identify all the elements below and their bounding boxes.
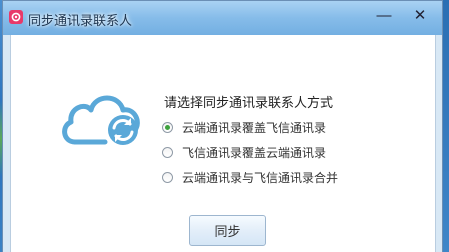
window-controls: — ✕	[366, 5, 438, 25]
desktop-background-right	[443, 0, 449, 252]
option-fetion-overwrite-cloud[interactable]: 飞信通讯录覆盖云端通讯录	[162, 144, 338, 160]
minimize-icon: —	[376, 6, 392, 24]
sync-method-heading: 请选择同步通讯录联系人方式	[164, 95, 334, 110]
sync-contacts-dialog: 同步通讯录联系人 — ✕ 请选择同步通讯录联系人方式 云端通讯录覆盖飞信通讯录	[2, 0, 443, 252]
fetion-icon	[9, 10, 23, 24]
option-label: 云端通讯录与飞信通讯录合并	[182, 170, 339, 185]
close-button[interactable]: ✕	[402, 5, 438, 25]
radio-button-selected[interactable]	[162, 121, 173, 133]
option-cloud-overwrite-fetion[interactable]: 云端通讯录覆盖飞信通讯录	[162, 119, 338, 135]
radio-button[interactable]	[162, 146, 173, 158]
window-title: 同步通讯录联系人	[28, 13, 133, 28]
dialog-content: 请选择同步通讯录联系人方式 云端通讯录覆盖飞信通讯录 飞信通讯录覆盖云端通讯录 …	[10, 35, 436, 252]
sync-method-options: 云端通讯录覆盖飞信通讯录 飞信通讯录覆盖云端通讯录 云端通讯录与飞信通讯录合并	[162, 119, 338, 194]
sync-button[interactable]: 同步	[189, 215, 266, 246]
title-bar[interactable]: 同步通讯录联系人 — ✕	[3, 1, 442, 35]
minimize-button[interactable]: —	[366, 5, 402, 25]
close-icon: ✕	[413, 7, 427, 24]
radio-button[interactable]	[162, 171, 173, 183]
option-label: 飞信通讯录覆盖云端通讯录	[182, 145, 327, 160]
cloud-sync-icon	[62, 95, 140, 145]
option-label: 云端通讯录覆盖飞信通讯录	[182, 120, 327, 135]
option-merge-contacts[interactable]: 云端通讯录与飞信通讯录合并	[162, 169, 338, 185]
